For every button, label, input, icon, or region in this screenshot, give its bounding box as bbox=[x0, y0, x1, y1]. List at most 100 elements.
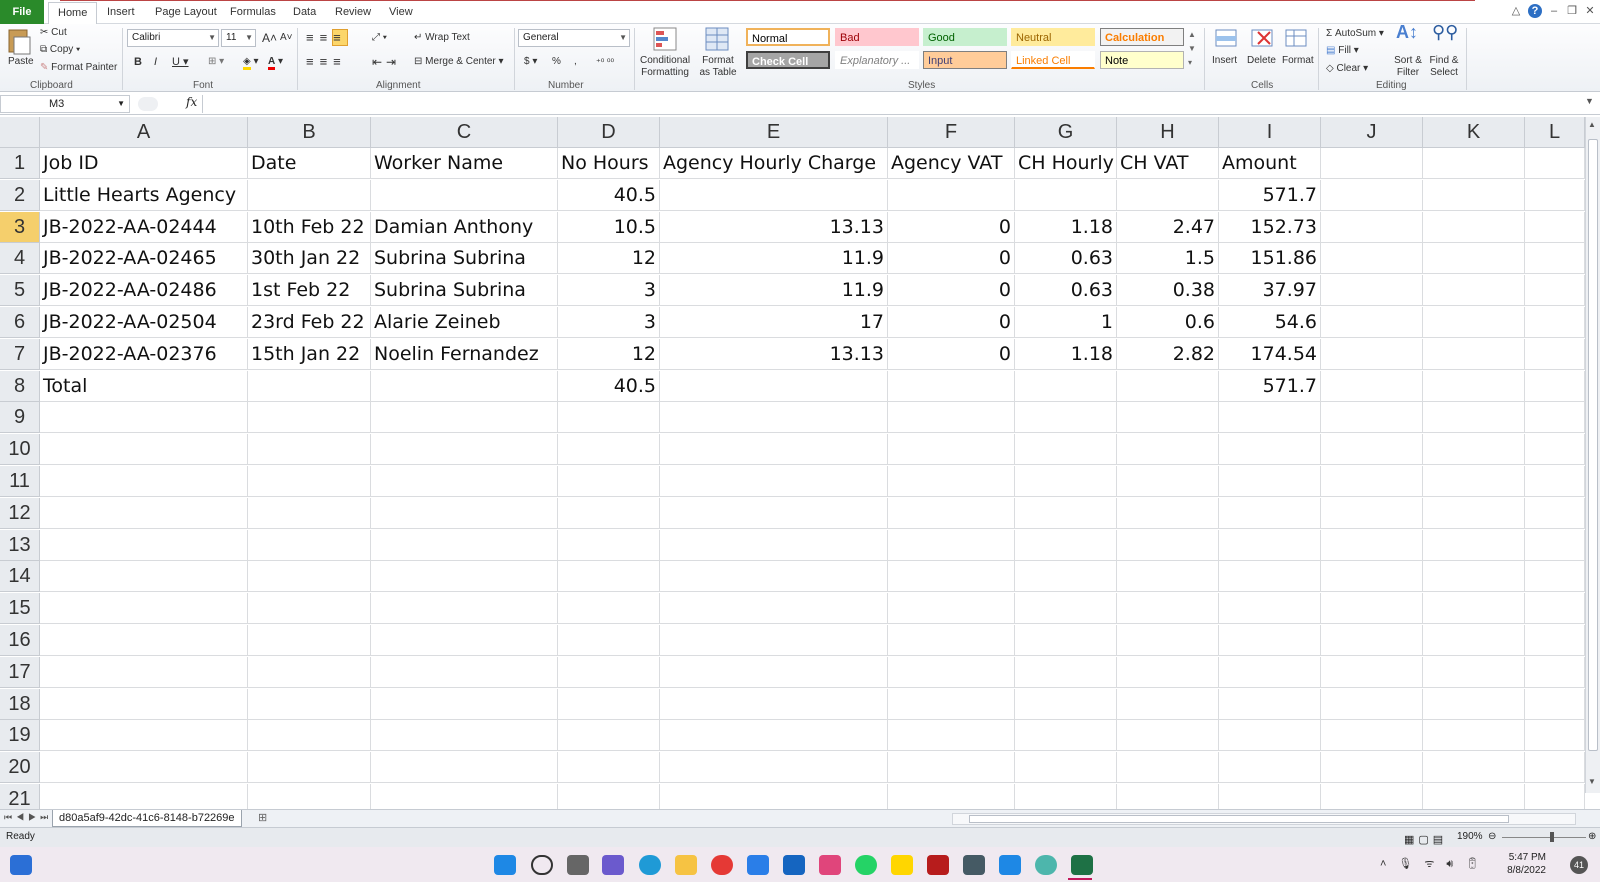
cell-e20[interactable] bbox=[660, 752, 888, 784]
find-select-button[interactable]: Find & Select bbox=[1424, 55, 1464, 79]
expand-formula-bar-icon[interactable]: ▼ bbox=[1585, 96, 1594, 106]
cell-k6[interactable] bbox=[1423, 307, 1525, 338]
cell-a3[interactable]: JB-2022-AA-02444 bbox=[40, 211, 248, 243]
edge-browser-icon[interactable] bbox=[639, 855, 661, 875]
cell-g6[interactable]: 1 bbox=[1015, 307, 1117, 338]
cell-j6[interactable] bbox=[1321, 307, 1423, 338]
notepad-icon[interactable] bbox=[783, 855, 805, 875]
cell-j5[interactable] bbox=[1321, 275, 1423, 307]
cell-g19[interactable] bbox=[1015, 720, 1117, 752]
cell-style-linked-cell[interactable]: Linked Cell bbox=[1011, 51, 1095, 69]
cut-button[interactable]: ✂ Cut bbox=[40, 27, 67, 39]
cell-i18[interactable] bbox=[1219, 688, 1321, 720]
cell-i17[interactable] bbox=[1219, 656, 1321, 688]
cell-f2[interactable] bbox=[888, 179, 1015, 211]
cell-f4[interactable]: 0 bbox=[888, 243, 1015, 275]
cell-d10[interactable] bbox=[558, 434, 660, 466]
search-icon[interactable] bbox=[531, 855, 553, 875]
cell-b6[interactable]: 23rd Feb 22 bbox=[248, 307, 371, 338]
row-header[interactable]: 14 bbox=[0, 561, 40, 593]
cell-c11[interactable] bbox=[371, 466, 558, 497]
cell-h16[interactable] bbox=[1117, 625, 1219, 656]
cell-b13[interactable] bbox=[248, 529, 371, 561]
store-icon[interactable] bbox=[747, 855, 769, 875]
column-header-j[interactable]: J bbox=[1321, 117, 1423, 148]
merge-center-button[interactable]: ⊟ Merge & Center ▾ bbox=[414, 56, 504, 68]
cell-g3[interactable]: 1.18 bbox=[1015, 211, 1117, 243]
cell-g14[interactable] bbox=[1015, 561, 1117, 593]
cell-l13[interactable] bbox=[1525, 529, 1585, 561]
cell-j4[interactable] bbox=[1321, 243, 1423, 275]
cell-e13[interactable] bbox=[660, 529, 888, 561]
cell-f16[interactable] bbox=[888, 625, 1015, 656]
cell-k12[interactable] bbox=[1423, 497, 1525, 529]
cell-f12[interactable] bbox=[888, 497, 1015, 529]
cell-k3[interactable] bbox=[1423, 211, 1525, 243]
horizontal-align-buttons[interactable]: ≡≡≡ bbox=[306, 55, 347, 68]
cell-l12[interactable] bbox=[1525, 497, 1585, 529]
column-header-c[interactable]: C bbox=[371, 117, 558, 148]
cell-h19[interactable] bbox=[1117, 720, 1219, 752]
cell-d6[interactable]: 3 bbox=[558, 307, 660, 338]
cell-g15[interactable] bbox=[1015, 593, 1117, 625]
cell-c12[interactable] bbox=[371, 497, 558, 529]
indent-buttons[interactable]: ⇤⇥ bbox=[372, 56, 400, 68]
font-size-select[interactable]: 11 ▼ bbox=[221, 29, 256, 47]
cell-i13[interactable] bbox=[1219, 529, 1321, 561]
cell-g9[interactable] bbox=[1015, 402, 1117, 434]
cell-h11[interactable] bbox=[1117, 466, 1219, 497]
cell-b3[interactable]: 10th Feb 22 bbox=[248, 211, 371, 243]
cell-h5[interactable]: 0.38 bbox=[1117, 275, 1219, 307]
cell-a12[interactable] bbox=[40, 497, 248, 529]
cell-b1[interactable]: Date bbox=[248, 148, 371, 179]
cell-l18[interactable] bbox=[1525, 688, 1585, 720]
cell-i11[interactable] bbox=[1219, 466, 1321, 497]
cell-j19[interactable] bbox=[1321, 720, 1423, 752]
scroll-down-icon[interactable]: ▼ bbox=[1588, 777, 1596, 786]
cell-style-input[interactable]: Input bbox=[923, 51, 1007, 69]
cell-l4[interactable] bbox=[1525, 243, 1585, 275]
shrink-font-button[interactable]: A˅ bbox=[280, 32, 293, 44]
cell-j11[interactable] bbox=[1321, 466, 1423, 497]
system-tray-icons[interactable]: ˄🎙︎ᯤ🔊︎🔋︎ bbox=[1380, 856, 1491, 871]
row-header[interactable]: 16 bbox=[0, 625, 40, 656]
cell-i15[interactable] bbox=[1219, 593, 1321, 625]
row-header[interactable]: 15 bbox=[0, 593, 40, 625]
formula-bar-resize-handle[interactable] bbox=[138, 97, 158, 111]
cell-h17[interactable] bbox=[1117, 656, 1219, 688]
underline-button[interactable]: U ▾ bbox=[172, 56, 189, 68]
row-header[interactable]: 17 bbox=[0, 656, 40, 688]
zoom-slider[interactable] bbox=[1502, 837, 1586, 838]
tab-review[interactable]: Review bbox=[326, 2, 380, 24]
cell-f17[interactable] bbox=[888, 656, 1015, 688]
sheet-nav-buttons[interactable]: ⏮◀▶⏭ bbox=[4, 812, 52, 823]
cell-b15[interactable] bbox=[248, 593, 371, 625]
cell-h10[interactable] bbox=[1117, 434, 1219, 466]
cell-d13[interactable] bbox=[558, 529, 660, 561]
cell-a13[interactable] bbox=[40, 529, 248, 561]
cell-i20[interactable] bbox=[1219, 752, 1321, 784]
cell-c4[interactable]: Subrina Subrina bbox=[371, 243, 558, 275]
borders-button[interactable]: ⊞ ▾ bbox=[208, 56, 224, 68]
cell-e12[interactable] bbox=[660, 497, 888, 529]
row-header[interactable]: 13 bbox=[0, 529, 40, 561]
cell-k9[interactable] bbox=[1423, 402, 1525, 434]
cell-l5[interactable] bbox=[1525, 275, 1585, 307]
cell-d18[interactable] bbox=[558, 688, 660, 720]
cell-g1[interactable]: CH Hourly bbox=[1015, 148, 1117, 179]
cell-k5[interactable] bbox=[1423, 275, 1525, 307]
cell-l1[interactable] bbox=[1525, 148, 1585, 179]
cell-h6[interactable]: 0.6 bbox=[1117, 307, 1219, 338]
windows-start-icon[interactable] bbox=[494, 855, 516, 875]
cell-l2[interactable] bbox=[1525, 179, 1585, 211]
cell-f10[interactable] bbox=[888, 434, 1015, 466]
cell-j18[interactable] bbox=[1321, 688, 1423, 720]
cell-k13[interactable] bbox=[1423, 529, 1525, 561]
cell-l6[interactable] bbox=[1525, 307, 1585, 338]
column-header-i[interactable]: I bbox=[1219, 117, 1321, 148]
cell-c9[interactable] bbox=[371, 402, 558, 434]
cell-k20[interactable] bbox=[1423, 752, 1525, 784]
column-header-f[interactable]: F bbox=[888, 117, 1015, 148]
cell-g4[interactable]: 0.63 bbox=[1015, 243, 1117, 275]
slack-icon[interactable] bbox=[819, 855, 841, 875]
